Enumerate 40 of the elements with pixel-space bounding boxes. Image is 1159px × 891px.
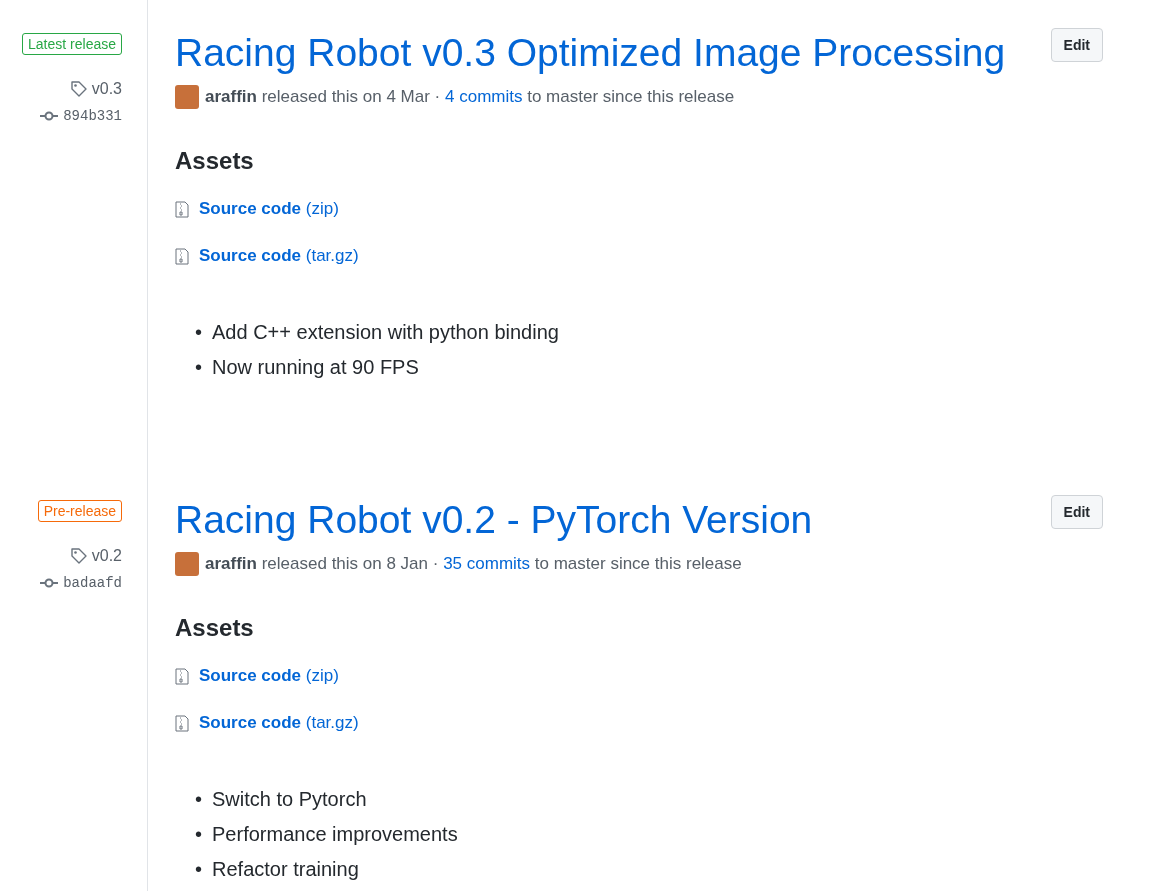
bullet: • xyxy=(195,320,202,345)
edit-button[interactable]: Edit xyxy=(1050,494,1103,529)
bullet: • xyxy=(195,787,202,812)
release-note: Add C++ extension with python binding xyxy=(212,320,559,345)
commits-link[interactable]: 35 commits xyxy=(443,553,531,573)
tag-link[interactable]: v0.2 xyxy=(91,546,122,565)
commit-icon xyxy=(40,577,59,588)
asset-link[interactable]: Source code (tar.gz) xyxy=(199,246,359,267)
edit-button[interactable]: Edit xyxy=(1050,28,1103,62)
asset-link[interactable]: Source code (zip) xyxy=(199,199,339,220)
release-note: Refactor training xyxy=(212,857,359,882)
release-note: Performance improvements xyxy=(212,822,458,847)
release-label: Latest release xyxy=(22,33,122,55)
bullet: • xyxy=(195,355,202,380)
release-note: Switch to Pytorch xyxy=(212,787,367,812)
asset-link[interactable]: Source code (zip) xyxy=(199,666,339,687)
tag-icon xyxy=(69,80,88,98)
commit-link[interactable]: badaafd xyxy=(63,574,122,591)
commit-icon xyxy=(40,111,59,121)
commits-link[interactable]: 4 commits xyxy=(445,86,523,106)
assets-heading: Assets xyxy=(175,613,255,642)
release-meta: araffin released this on 8 Jan · 35 commits to master since this release xyxy=(205,553,742,574)
avatar[interactable] xyxy=(175,551,199,576)
assets-heading: Assets xyxy=(175,146,255,175)
commit-link[interactable]: 894b331 xyxy=(63,108,122,124)
asset-link[interactable]: Source code (tar.gz) xyxy=(199,713,359,734)
zip-file-icon xyxy=(175,200,189,218)
tag-icon xyxy=(69,546,88,565)
release-title[interactable]: Racing Robot v0.2 - PyTorch Version xyxy=(175,498,813,542)
zip-file-icon xyxy=(175,247,189,265)
zip-file-icon xyxy=(175,714,189,732)
avatar[interactable] xyxy=(175,84,199,109)
tag-link[interactable]: v0.3 xyxy=(91,80,122,98)
release-meta: araffin released this on 4 Mar · 4 commits to master since this release xyxy=(205,86,735,107)
zip-file-icon xyxy=(175,667,189,685)
bullet: • xyxy=(195,822,202,847)
release-title[interactable]: Racing Robot v0.3 Optimized Image Processing xyxy=(175,32,1006,75)
release-note: Now running at 90 FPS xyxy=(212,355,419,380)
release-label: Pre-release xyxy=(37,499,122,522)
bullet: • xyxy=(195,857,202,882)
